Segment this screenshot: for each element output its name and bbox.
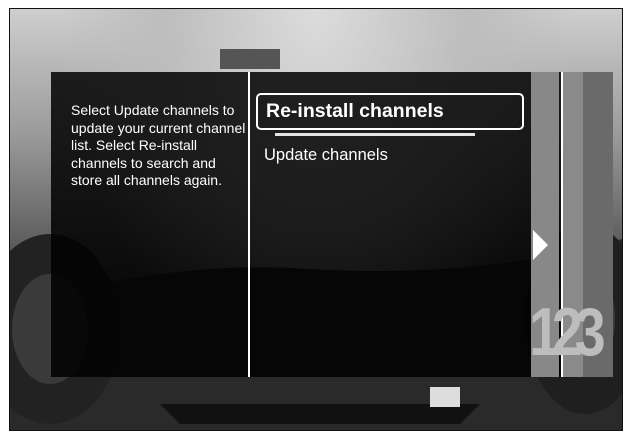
tv-screen: Select Update channels to update your cu… [9,8,623,431]
number-buttons-icon: 123 [529,294,606,370]
selection-underline [275,133,475,136]
arrow-right-icon[interactable] [533,230,548,260]
help-pane: Select Update channels to update your cu… [51,72,248,377]
update-channels-option[interactable]: Update channels [256,142,524,168]
channel-installation-panel: Select Update channels to update your cu… [51,72,613,377]
help-text: Select Update channels to update your cu… [71,102,246,188]
reinstall-channels-option[interactable]: Re-install channels [256,93,524,130]
install-options-menu: Re-install channels Update channels [250,72,530,377]
side-navigation-strip: 123 [529,72,613,377]
